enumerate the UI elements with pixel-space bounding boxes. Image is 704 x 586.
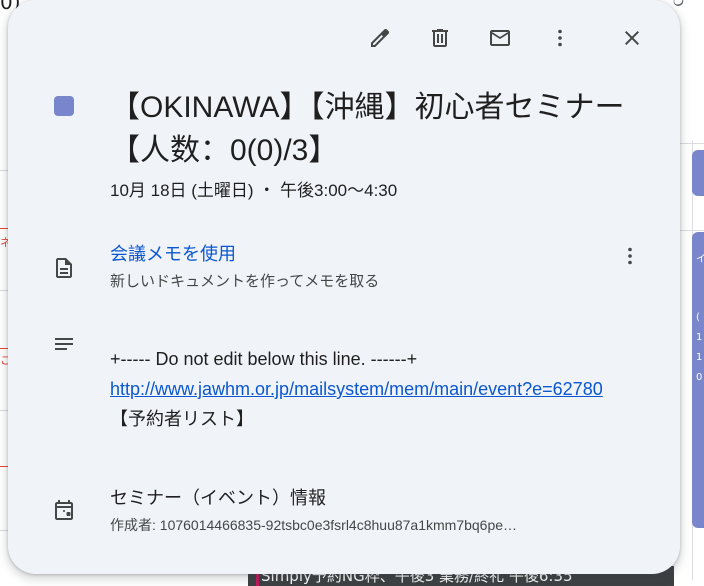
document-icon — [52, 256, 76, 280]
pencil-icon — [368, 26, 392, 54]
edit-event-button[interactable] — [360, 20, 400, 60]
notes-options-button[interactable] — [616, 244, 644, 272]
take-meeting-notes-link[interactable]: 会議メモを使用 — [110, 240, 236, 266]
background-event-block[interactable] — [692, 150, 704, 196]
event-detail-popup: 【OKINAWA】【沖縄】初心者セミナー 【人数：0(0)/3】 10月 18日… — [8, 0, 680, 574]
background-event-text: 1 — [696, 332, 703, 343]
background-event-text: イ — [696, 254, 704, 265]
background-event-text: ( — [696, 312, 700, 323]
more-vert-icon — [548, 26, 572, 54]
email-guests-button[interactable] — [480, 20, 520, 60]
close-button[interactable] — [612, 20, 652, 60]
description-line: +----- Do not edit below this line. ----… — [110, 349, 418, 369]
options-button[interactable] — [540, 20, 580, 60]
calendar-name: セミナー（イベント）情報 — [110, 488, 326, 508]
close-icon — [620, 26, 644, 54]
background-event-text: 0 — [696, 372, 703, 383]
event-title: 【OKINAWA】【沖縄】初心者セミナー 【人数：0(0)/3】 — [110, 91, 625, 167]
delete-event-button[interactable] — [420, 20, 460, 60]
background-event-text: 1 — [696, 352, 703, 363]
background-event-block[interactable]: イ ( 1 1 0 — [692, 232, 704, 528]
description-link[interactable]: http://www.jawhm.or.jp/mailsystem/mem/ma… — [110, 379, 603, 399]
event-creator: 作成者: 1076014466835-92tsbc0e3fsrl4c8huu87… — [110, 517, 518, 533]
description-line: 【予約者リスト】 — [110, 409, 254, 429]
event-color-indicator — [54, 96, 74, 116]
event-description: +----- Do not edit below this line. ----… — [110, 344, 630, 434]
background-header-icon-text: ර — [673, 0, 684, 11]
calendar-icon — [52, 498, 76, 522]
trash-icon — [428, 26, 452, 54]
meeting-notes-subtitle: 新しいドキュメントを作ってメモを取る — [110, 273, 380, 290]
description-icon — [52, 332, 76, 356]
more-vert-icon — [618, 244, 642, 272]
mail-icon — [488, 26, 512, 54]
event-datetime: 10月 18日 (土曜日) ・ 午後3:00～4:30 — [110, 181, 398, 200]
